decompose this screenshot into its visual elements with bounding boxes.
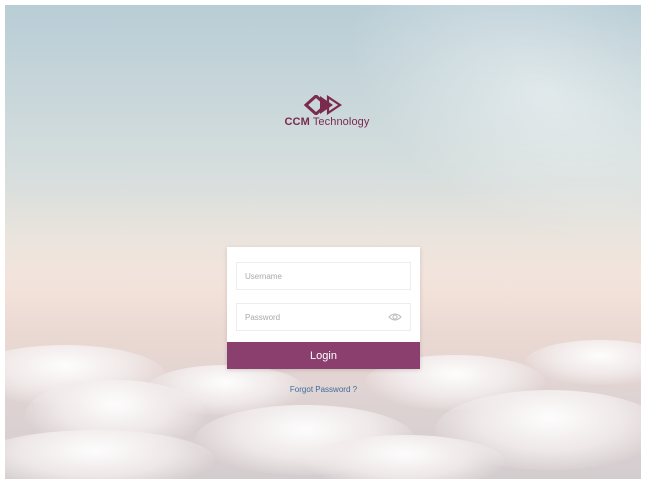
ccm-logo-mark-icon: [303, 95, 342, 115]
login-card: Login: [227, 247, 420, 369]
password-input[interactable]: [237, 304, 410, 330]
brand-name-rest: Technology: [312, 116, 370, 128]
password-field[interactable]: [236, 303, 411, 331]
login-button[interactable]: Login: [227, 342, 420, 369]
username-field[interactable]: [236, 262, 411, 290]
login-page: CCM Technology Login Forgot Password ?: [5, 5, 641, 479]
ccm-technology-logo: CCM Technology: [277, 95, 377, 135]
username-input[interactable]: [237, 263, 410, 289]
brand-name-bold: CCM: [284, 116, 310, 128]
brand-name: CCM Technology: [277, 116, 377, 128]
eye-icon[interactable]: [388, 312, 402, 322]
forgot-password-link[interactable]: Forgot Password ?: [227, 385, 420, 394]
